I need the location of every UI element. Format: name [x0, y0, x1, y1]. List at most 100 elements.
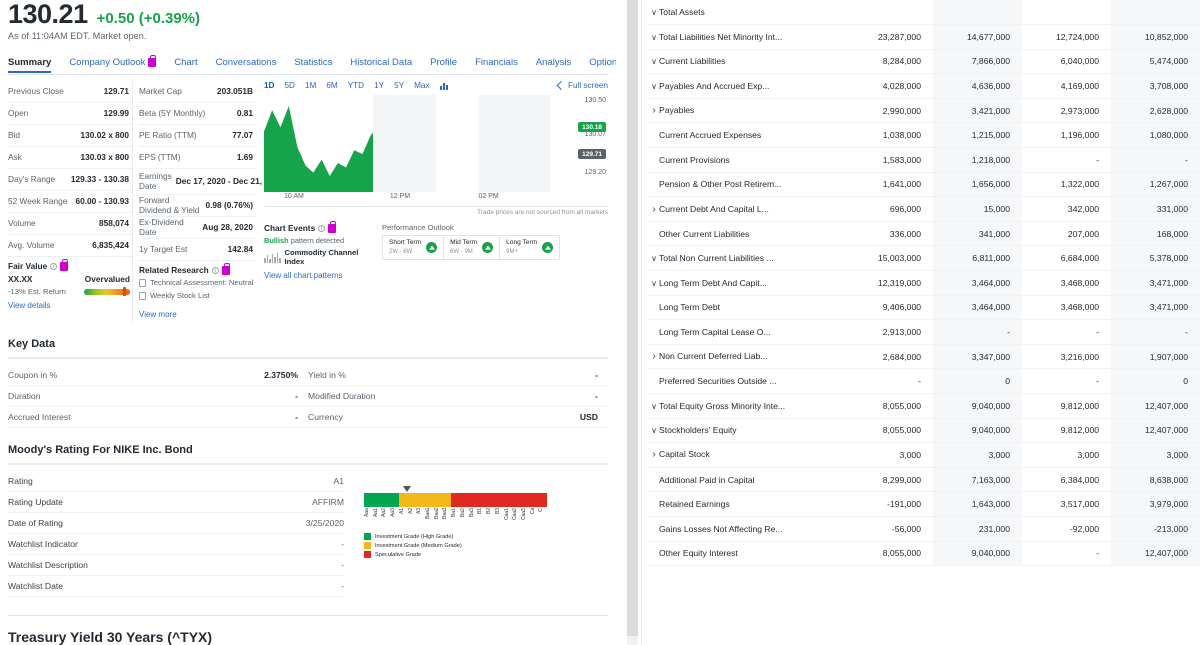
- table-row[interactable]: Capital Stock3,0003,0003,0003,000: [648, 442, 1200, 468]
- table-row[interactable]: Long Term Debt And Capit...12,319,0003,4…: [648, 270, 1200, 296]
- row-label-cell[interactable]: Long Term Debt: [648, 295, 844, 321]
- tab-conversations[interactable]: Conversations: [216, 57, 277, 72]
- key-data-title: Key Data: [8, 338, 56, 351]
- tab-financials[interactable]: Financials: [475, 57, 518, 72]
- tab-historical-data[interactable]: Historical Data: [350, 57, 412, 72]
- table-row[interactable]: Gains Losses Not Affecting Re... -56,000 2…: [648, 516, 1200, 542]
- signal-text: pattern detected: [290, 236, 345, 246]
- table-row[interactable]: Total Equity Gross Minority Inte... 8,055…: [648, 393, 1200, 419]
- row-label-cell[interactable]: Long Term Capital Lease O...: [648, 319, 844, 345]
- chevron-down-icon[interactable]: [650, 254, 658, 263]
- chevron-down-icon[interactable]: [650, 279, 658, 288]
- table-row[interactable]: Payables 2,990,0003,421,0002,973,0002,628…: [648, 98, 1200, 124]
- table-row[interactable]: Stockholders' Equity 8,055,0009,040,0009,…: [648, 418, 1200, 444]
- table-row[interactable]: Current Liabilities 8,284,0007,866,0006,0…: [648, 49, 1200, 75]
- pane-scrollbar[interactable]: [624, 0, 642, 645]
- row-label-cell[interactable]: Gains Losses Not Affecting Re...: [648, 516, 844, 542]
- tab-profile[interactable]: Profile: [430, 57, 457, 72]
- chart-range-5y[interactable]: 5Y: [394, 81, 404, 90]
- price-chart[interactable]: 130.50 130.07 129.20 130.18 129.71 10 AM…: [264, 95, 608, 208]
- row-label-cell[interactable]: Additional Paid in Capital: [648, 467, 844, 493]
- chevron-down-icon[interactable]: [650, 82, 658, 91]
- x-tick-0: 10 AM: [284, 193, 304, 201]
- tab-chart[interactable]: Chart: [174, 57, 197, 72]
- table-row[interactable]: Total Non Current Liabilities ... 15,003,…: [648, 245, 1200, 272]
- tab-analysis[interactable]: Analysis: [536, 57, 571, 72]
- view-more-link[interactable]: View more: [139, 310, 177, 319]
- stat-value: 130.03 x 800: [80, 152, 129, 163]
- row-label-cell[interactable]: Long Term Debt And Capit...: [648, 270, 844, 296]
- fullscreen-button[interactable]: Full screen: [556, 80, 608, 91]
- table-row[interactable]: Other Equity Interest 8,055,000 9,040,000-…: [648, 541, 1200, 567]
- chart-type-icon[interactable]: [439, 82, 448, 90]
- row-label-cell[interactable]: Retained Earnings: [648, 491, 844, 517]
- tab-label: Profile: [430, 56, 458, 68]
- lock-icon: [221, 262, 230, 275]
- table-row[interactable]: Additional Paid in Capital 8,299,000 7,163…: [648, 467, 1200, 493]
- table-row[interactable]: Long Term Debt 9,406,000 3,464,000 3,468,00…: [648, 295, 1200, 321]
- chart-range-ytd[interactable]: YTD: [348, 81, 364, 90]
- chevron-down-icon[interactable]: [650, 33, 658, 42]
- chevron-right-icon[interactable]: [650, 105, 658, 116]
- table-row[interactable]: Non Current Deferred Liab... 2,684,0003,3…: [648, 344, 1200, 370]
- table-row[interactable]: Total Liabilities Net Minority Int... 23,…: [648, 24, 1200, 50]
- table-cell: 3,471,000: [1111, 295, 1200, 321]
- outlook-cell: Mid Term 6W - 9M: [444, 236, 501, 260]
- chevron-down-icon[interactable]: [650, 426, 658, 435]
- table-row[interactable]: Pension & Other Post Retirem... 1,641,000…: [648, 172, 1200, 198]
- tab-options[interactable]: Options: [589, 57, 616, 72]
- row-label-cell[interactable]: Payables: [648, 98, 844, 124]
- row-label-cell[interactable]: Total Liabilities Net Minority Int...: [648, 24, 844, 50]
- chart-range-1m[interactable]: 1M: [305, 81, 316, 90]
- row-label-cell[interactable]: Stockholders' Equity: [648, 418, 844, 444]
- row-label-cell[interactable]: Other Equity Interest: [648, 541, 844, 567]
- chart-range-5d[interactable]: 5D: [284, 81, 294, 90]
- row-label-cell[interactable]: Total Assets: [648, 0, 844, 26]
- row-label-cell[interactable]: Preferred Securities Outside ...: [648, 368, 844, 394]
- tab-statistics[interactable]: Statistics: [294, 57, 332, 72]
- info-icon[interactable]: i: [211, 266, 219, 274]
- row-label-cell[interactable]: Current Provisions: [648, 147, 844, 173]
- chart-range-1y[interactable]: 1Y: [374, 81, 384, 90]
- table-row[interactable]: Current Accrued Expenses 1,038,000 1,215,0…: [648, 122, 1200, 149]
- row-label-cell[interactable]: Capital Stock: [648, 442, 844, 468]
- table-row[interactable]: Long Term Capital Lease O... 2,913,000- - -: [648, 319, 1200, 345]
- chart-range-max[interactable]: Max: [414, 81, 429, 90]
- legend-item: Investment Grade (High Grade): [364, 533, 608, 541]
- info-icon[interactable]: i: [318, 224, 326, 232]
- row-label-cell[interactable]: Payables And Accrued Exp...: [648, 73, 844, 99]
- row-label-cell[interactable]: Current Liabilities: [648, 49, 844, 75]
- row-label-cell[interactable]: Current Accrued Expenses: [648, 122, 844, 149]
- quote-change: +0.50 (+0.39%): [96, 10, 200, 27]
- chevron-down-icon[interactable]: [650, 402, 658, 411]
- row-label-cell[interactable]: Other Current Liabilities: [648, 221, 844, 247]
- table-row[interactable]: Current Debt And Capital L... 696,00015,0…: [648, 196, 1200, 222]
- row-label-cell[interactable]: Non Current Deferred Liab...: [648, 344, 844, 370]
- view-all-chart-patterns-link[interactable]: View all chart patterns: [264, 271, 368, 280]
- view-details-link[interactable]: View details: [8, 301, 130, 310]
- chevron-down-icon[interactable]: [650, 57, 658, 66]
- table-row[interactable]: Other Current Liabilities 336,000 341,000 2…: [648, 221, 1200, 247]
- chart-range-1d[interactable]: 1D: [264, 81, 274, 90]
- table-row[interactable]: Payables And Accrued Exp... 4,028,0004,63…: [648, 73, 1200, 99]
- info-icon[interactable]: i: [50, 262, 58, 270]
- chevron-right-icon[interactable]: [650, 351, 658, 362]
- research-item[interactable]: Technical Assessment: Neutral in...: [139, 278, 254, 287]
- row-label-cell[interactable]: Total Equity Gross Minority Inte...: [648, 393, 844, 419]
- stats-column-left: Previous Close 129.71 Open 129.99 Bid 130.02 …: [8, 81, 132, 322]
- chevron-right-icon[interactable]: [650, 449, 658, 460]
- table-row[interactable]: Total Assets: [648, 0, 1200, 26]
- table-row[interactable]: Retained Earnings -191,000 1,643,000 3,517,…: [648, 491, 1200, 517]
- row-label-cell[interactable]: Pension & Other Post Retirem...: [648, 172, 844, 198]
- chevron-right-icon[interactable]: [650, 204, 658, 215]
- tab-summary[interactable]: Summary: [8, 57, 52, 73]
- row-label-cell[interactable]: Current Debt And Capital L...: [648, 196, 844, 222]
- chart-range-6m[interactable]: 6M: [326, 81, 337, 90]
- row-label-cell[interactable]: Total Non Current Liabilities ...: [648, 245, 844, 272]
- table-row[interactable]: Current Provisions 1,583,000 1,218,000- -: [648, 147, 1200, 173]
- table-row[interactable]: Preferred Securities Outside ... -0-0: [648, 368, 1200, 394]
- research-item[interactable]: Weekly Stock List: [139, 291, 254, 300]
- tab-company-outlook[interactable]: Company Outlook: [69, 54, 157, 72]
- scrollbar-thumb[interactable]: [627, 0, 638, 636]
- chevron-down-icon[interactable]: [650, 8, 658, 17]
